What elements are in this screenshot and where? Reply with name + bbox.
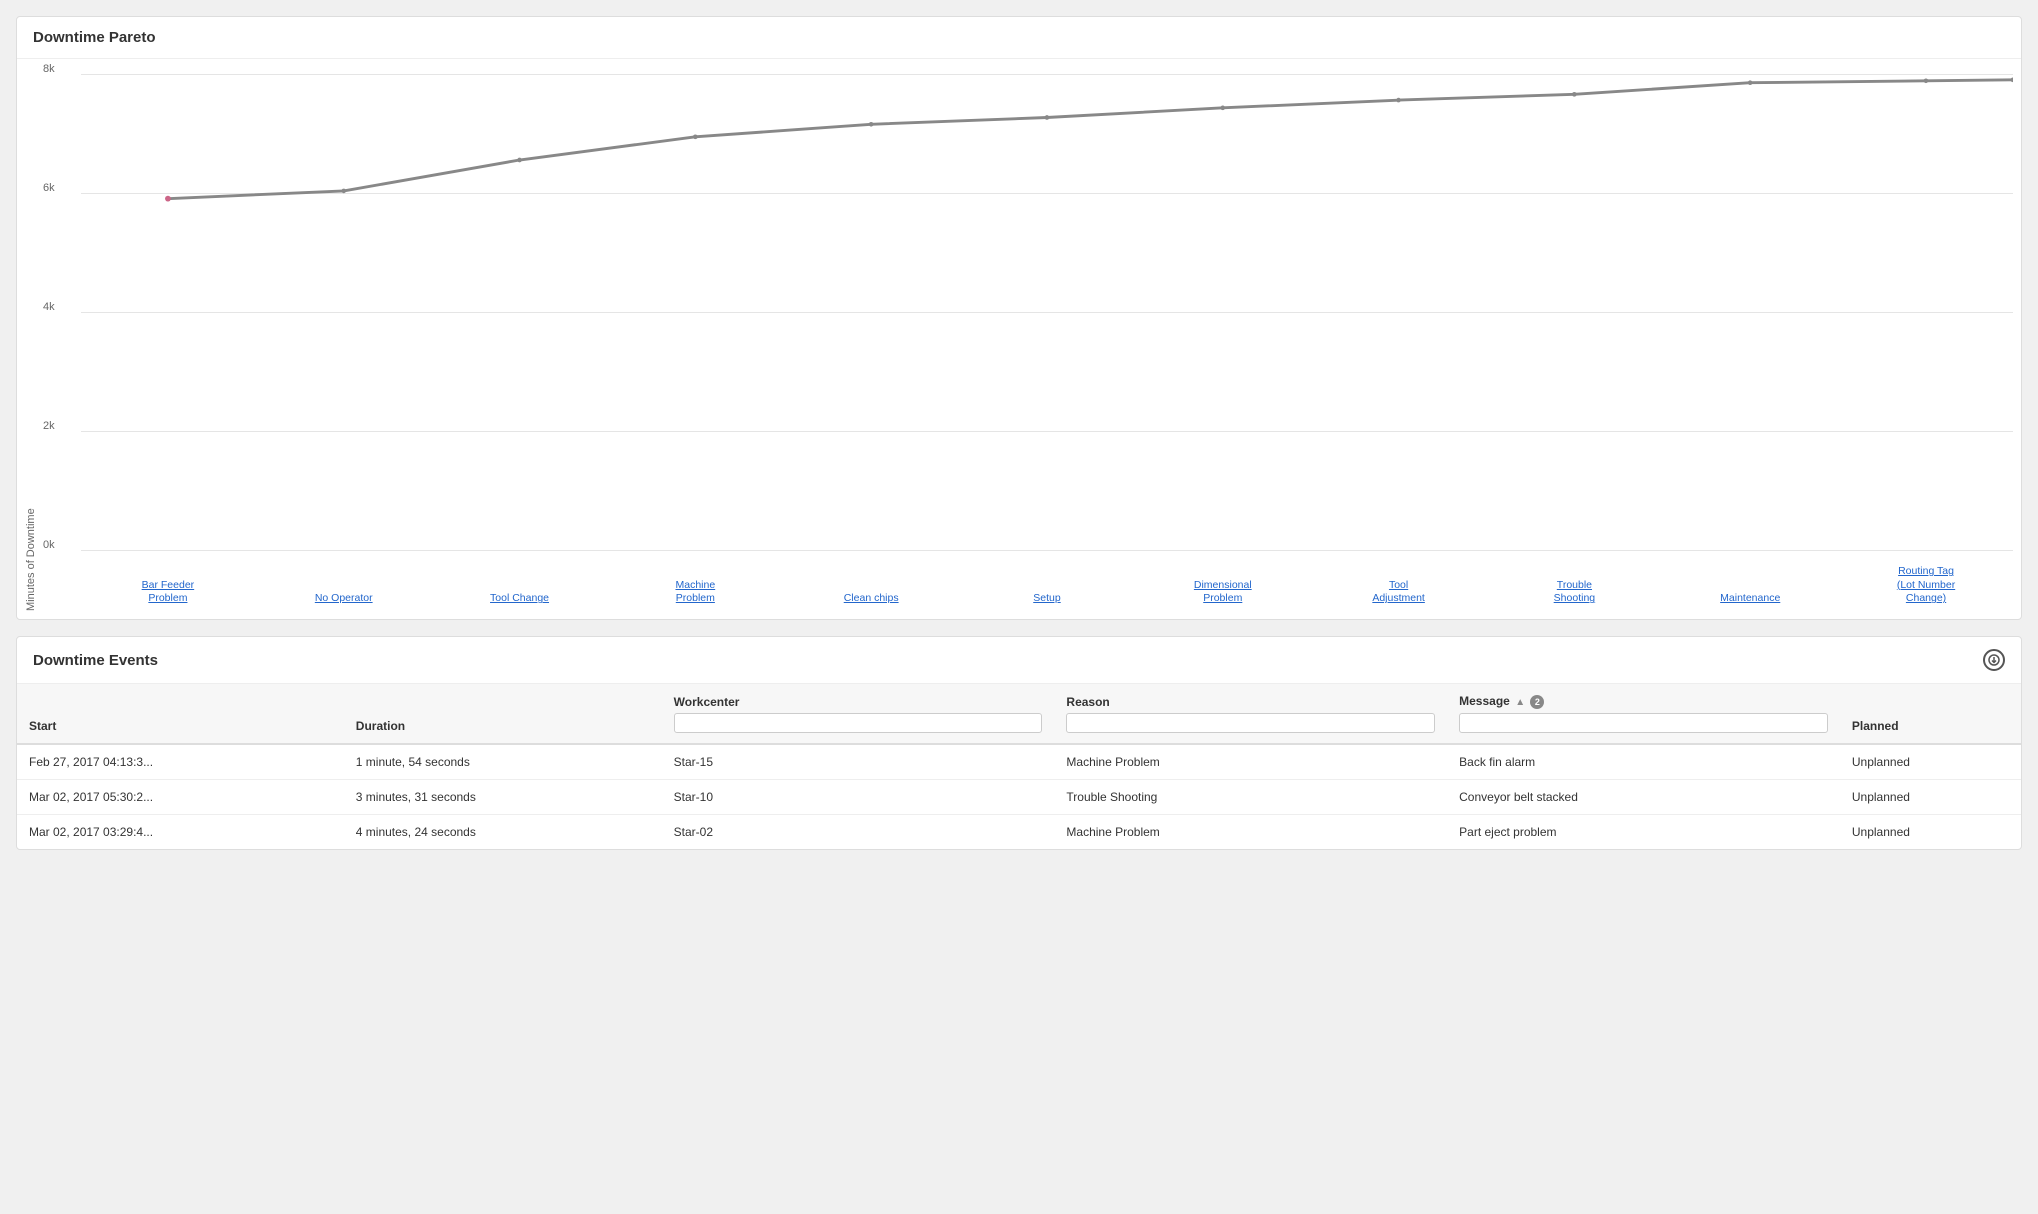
cell-planned: Unplanned <box>1840 815 2021 850</box>
message-sort-icon: ▲ <box>1515 697 1525 708</box>
bar-label[interactable]: Dimensional Problem <box>1136 579 1310 606</box>
col-message: Message ▲ 2 <box>1447 684 1840 744</box>
grid-label: 2k <box>43 420 55 432</box>
table-row: Mar 02, 2017 05:30:2...3 minutes, 31 sec… <box>17 780 2021 815</box>
pareto-title: Downtime Pareto <box>17 17 2021 59</box>
cell-duration: 3 minutes, 31 seconds <box>344 780 662 815</box>
bars-area: Bar Feeder ProblemNo OperatorTool Change… <box>81 75 2013 551</box>
cell-workcenter: Star-02 <box>662 815 1055 850</box>
cell-start: Mar 02, 2017 05:30:2... <box>17 780 344 815</box>
cell-workcenter: Star-15 <box>662 744 1055 780</box>
table-body: Feb 27, 2017 04:13:3...1 minute, 54 seco… <box>17 744 2021 849</box>
col-reason: Reason <box>1054 684 1447 744</box>
grid-label: 0k <box>43 539 55 551</box>
cell-message: Conveyor belt stacked <box>1447 780 1840 815</box>
bar-label[interactable]: Tool Change <box>433 592 607 606</box>
message-sort-badge: 2 <box>1530 695 1544 709</box>
reason-filter[interactable] <box>1066 713 1435 733</box>
table-row: Feb 27, 2017 04:13:3...1 minute, 54 seco… <box>17 744 2021 780</box>
bar-label[interactable]: Bar Feeder Problem <box>81 579 255 606</box>
cell-duration: 1 minute, 54 seconds <box>344 744 662 780</box>
bar-label[interactable]: Machine Problem <box>608 579 782 606</box>
bar-label[interactable]: Setup <box>960 592 1134 606</box>
cell-reason: Machine Problem <box>1054 744 1447 780</box>
cell-planned: Unplanned <box>1840 744 2021 780</box>
download-button[interactable] <box>1983 649 2005 671</box>
chart-area: 0k2k4k6k8k Bar Feeder ProblemNo Operator… <box>41 75 2013 611</box>
message-filter[interactable] <box>1459 713 1828 733</box>
cell-message: Back fin alarm <box>1447 744 1840 780</box>
table-row: Mar 02, 2017 03:29:4...4 minutes, 24 sec… <box>17 815 2021 850</box>
downtime-table: Start Duration Workcenter Reason <box>17 684 2021 849</box>
cell-reason: Trouble Shooting <box>1054 780 1447 815</box>
chart-container: Minutes of Downtime 0k 2k 4k 6k 8k Bar Feede… <box>17 59 2021 619</box>
col-start: Start <box>17 684 344 744</box>
y-axis-label: Minutes of Downtime <box>25 75 37 611</box>
download-icon <box>1988 654 2000 666</box>
grid-label: 8k <box>43 63 55 75</box>
col-duration: Duration <box>344 684 662 744</box>
col-workcenter: Workcenter <box>662 684 1055 744</box>
cell-planned: Unplanned <box>1840 780 2021 815</box>
workcenter-filter[interactable] <box>674 713 1043 733</box>
bar-label[interactable]: Tool Adjustment <box>1312 579 1486 606</box>
downtime-events-card: Downtime Events Start Duration <box>16 636 2022 850</box>
cell-start: Feb 27, 2017 04:13:3... <box>17 744 344 780</box>
col-planned: Planned <box>1840 684 2021 744</box>
table-header-row: Start Duration Workcenter Reason <box>17 684 2021 744</box>
pareto-chart-card: Downtime Pareto Minutes of Downtime 0k 2k… <box>16 16 2022 620</box>
bar-label[interactable]: No Operator <box>257 592 431 606</box>
bar-label[interactable]: Clean chips <box>784 592 958 606</box>
table-title: Downtime Events <box>33 652 158 669</box>
cell-duration: 4 minutes, 24 seconds <box>344 815 662 850</box>
grid-label: 6k <box>43 182 55 194</box>
cell-reason: Machine Problem <box>1054 815 1447 850</box>
cell-start: Mar 02, 2017 03:29:4... <box>17 815 344 850</box>
bar-label[interactable]: Routing Tag (Lot Number Change) <box>1839 565 2013 606</box>
cell-workcenter: Star-10 <box>662 780 1055 815</box>
cell-message: Part eject problem <box>1447 815 1840 850</box>
bar-label[interactable]: Maintenance <box>1663 592 1837 606</box>
table-header: Downtime Events <box>17 637 2021 684</box>
grid-label: 4k <box>43 301 55 313</box>
bar-label[interactable]: Trouble Shooting <box>1488 579 1662 606</box>
